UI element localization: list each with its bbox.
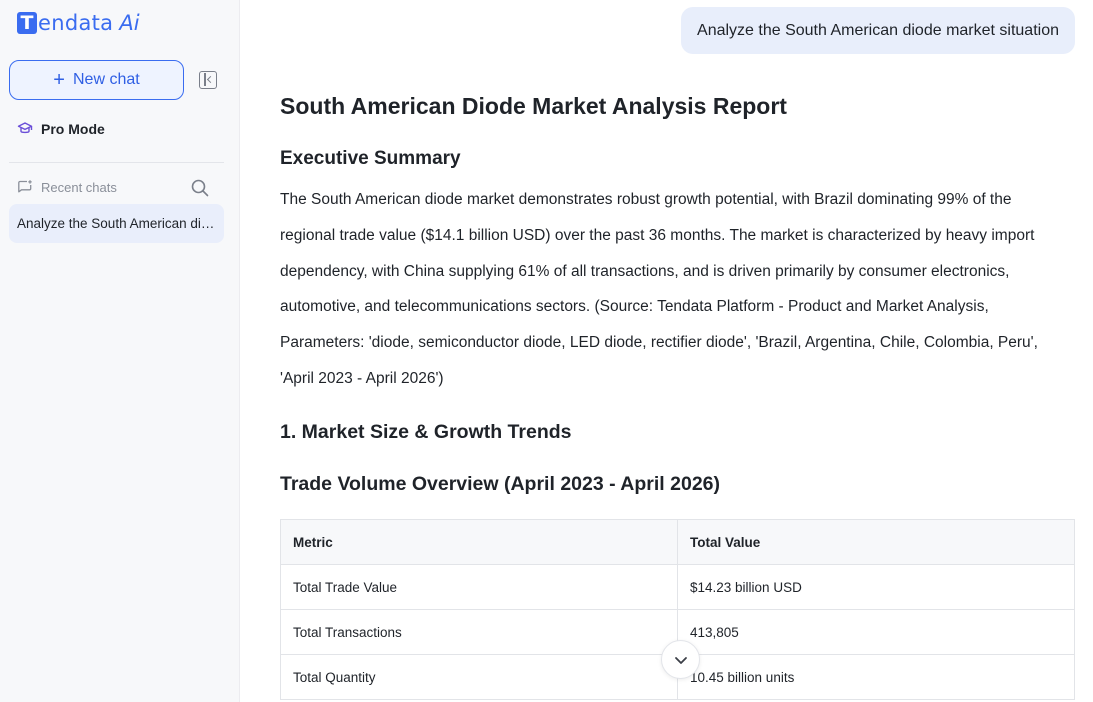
table-header-cell: Metric bbox=[280, 519, 678, 565]
logo-ai-wordmark: Ai bbox=[119, 11, 140, 35]
search-icon[interactable] bbox=[190, 178, 210, 198]
table-cell-metric: Total Transactions bbox=[280, 609, 678, 655]
collapse-sidebar-icon[interactable] bbox=[199, 71, 217, 89]
chevron-down-icon bbox=[674, 656, 687, 664]
new-chat-label: New chat bbox=[72, 71, 140, 88]
recent-chats-label: Recent chats bbox=[41, 179, 117, 195]
plus-icon: + bbox=[53, 69, 65, 91]
table-cell-metric: Total Quantity bbox=[280, 654, 678, 700]
sidebar-divider bbox=[9, 162, 224, 163]
pro-mode-label: Pro Mode bbox=[41, 121, 105, 137]
logo-mark: T bbox=[17, 12, 37, 34]
market-size-heading: 1. Market Size & Growth Trends bbox=[280, 421, 572, 443]
table-header-row: Metric Total Value bbox=[280, 519, 1075, 565]
logo-wordmark: endata bbox=[38, 11, 114, 35]
new-chat-button[interactable]: + New chat bbox=[9, 60, 184, 100]
user-message-bubble: Analyze the South American diode market … bbox=[681, 7, 1075, 54]
trade-volume-heading: Trade Volume Overview (April 2023 - Apri… bbox=[280, 473, 721, 495]
table-cell-value: $14.23 billion USD bbox=[677, 564, 1075, 610]
chat-history-icon bbox=[18, 180, 32, 193]
graduation-cap-icon bbox=[17, 122, 33, 134]
executive-summary-heading: Executive Summary bbox=[280, 148, 461, 169]
table-cell-value: 413,805 bbox=[677, 609, 1075, 655]
scroll-to-bottom-button[interactable] bbox=[661, 640, 700, 679]
table-cell-metric: Total Trade Value bbox=[280, 564, 678, 610]
chat-list-item[interactable]: Analyze the South American diode market … bbox=[9, 204, 224, 243]
table-row: Total Trade Value $14.23 billion USD bbox=[280, 564, 1075, 610]
report-title: South American Diode Market Analysis Rep… bbox=[280, 93, 787, 119]
table-cell-value: 10.45 billion units bbox=[677, 654, 1075, 700]
executive-summary-text: The South American diode market demonstr… bbox=[280, 191, 1038, 387]
sidebar: T endata Ai + New chat Pro Mode Recent c… bbox=[0, 0, 240, 702]
pro-mode-button[interactable]: Pro Mode bbox=[17, 121, 105, 137]
table-header-cell: Total Value bbox=[677, 519, 1075, 565]
tendata-ai-logo[interactable]: T endata Ai bbox=[17, 10, 140, 36]
recent-chats-header: Recent chats bbox=[17, 179, 117, 195]
